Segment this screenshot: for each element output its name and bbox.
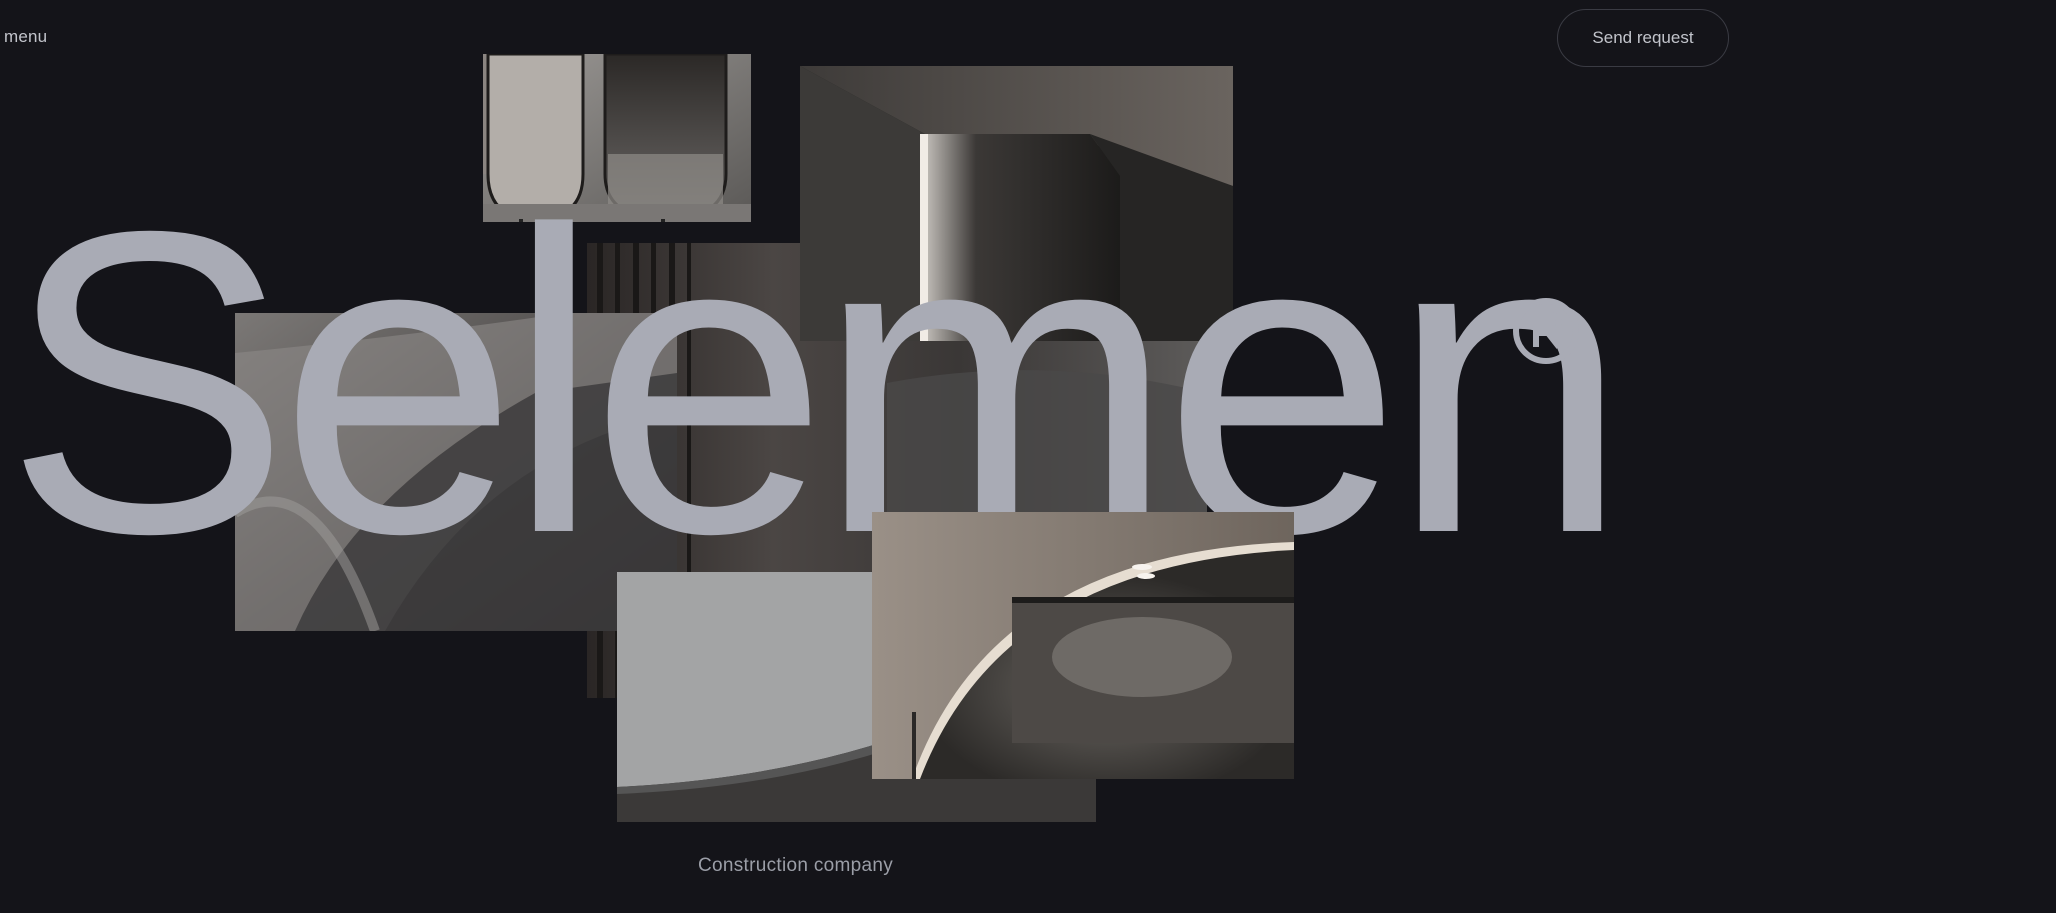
photo-arched-mirrors xyxy=(483,54,751,222)
menu-button[interactable]: menu xyxy=(4,27,47,47)
registered-icon xyxy=(1512,297,1580,365)
photo-curved-wall-detail xyxy=(235,313,677,631)
tagline: Construction company xyxy=(698,855,894,876)
send-request-button[interactable]: Send request xyxy=(1557,9,1729,67)
photo-lit-corridor-corner xyxy=(800,66,1233,341)
photo-arched-ceiling-light xyxy=(872,512,1294,779)
